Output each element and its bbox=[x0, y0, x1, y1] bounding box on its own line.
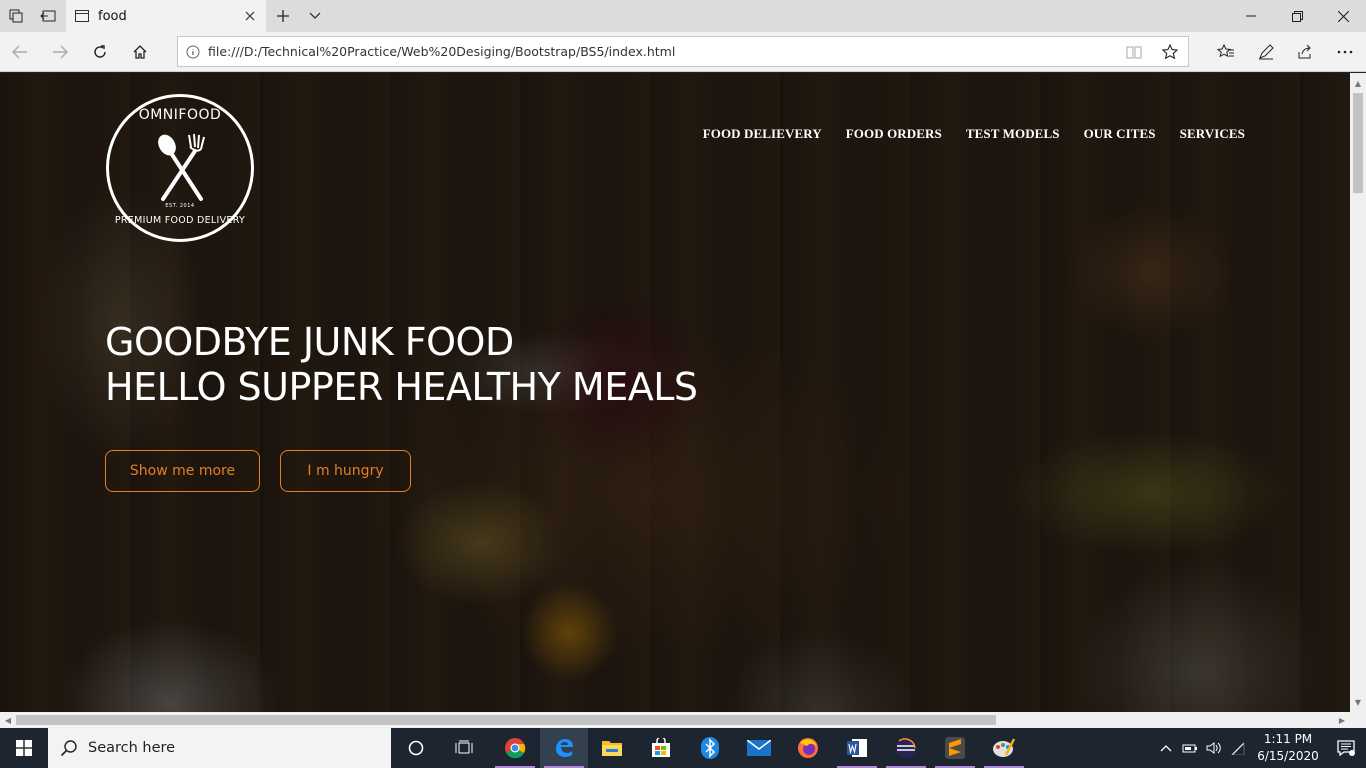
edge-icon[interactable] bbox=[540, 728, 588, 768]
firefox-icon[interactable] bbox=[784, 728, 832, 768]
scroll-right-icon[interactable]: ▶ bbox=[1334, 712, 1350, 728]
nav-food-delivery[interactable]: FOOD DELIEVERY bbox=[703, 126, 822, 142]
hero-section: GOODBYE JUNK FOOD HELLO SUPPER HEALTHY M… bbox=[105, 320, 698, 492]
refresh-icon[interactable] bbox=[85, 38, 115, 66]
file-explorer-icon[interactable] bbox=[588, 728, 636, 768]
tab-title: food bbox=[98, 8, 127, 24]
nav-food-orders[interactable]: FOOD ORDERS bbox=[846, 126, 942, 142]
nav-services[interactable]: SERVICES bbox=[1180, 126, 1245, 142]
page-viewport: OMNIFOOD EST. 2014 PREMIUM FOOD DELIVERY… bbox=[0, 73, 1350, 712]
favorites-hub-icon[interactable] bbox=[1211, 38, 1241, 66]
chrome-icon[interactable] bbox=[491, 728, 539, 768]
vertical-scroll-thumb[interactable] bbox=[1353, 93, 1363, 193]
mail-icon[interactable] bbox=[735, 728, 783, 768]
url-text[interactable]: file:///D:/Technical%20Practice/Web%20De… bbox=[208, 44, 1116, 59]
page-icon bbox=[75, 10, 89, 22]
hero-buttons: Show me more I m hungry bbox=[105, 450, 698, 492]
eclipse-icon[interactable] bbox=[882, 728, 930, 768]
close-tab-icon[interactable] bbox=[240, 6, 260, 26]
site-info-icon[interactable] bbox=[178, 45, 208, 59]
main-nav: FOOD DELIEVERY FOOD ORDERS TEST MODELS O… bbox=[679, 126, 1245, 142]
reading-view-icon[interactable] bbox=[1116, 38, 1152, 66]
logo-tagline: PREMIUM FOOD DELIVERY bbox=[114, 215, 246, 226]
search-placeholder: Search here bbox=[88, 740, 176, 756]
volume-icon[interactable] bbox=[1202, 728, 1226, 768]
set-tabs-aside-icon[interactable] bbox=[35, 4, 61, 28]
horizontal-scroll-thumb[interactable] bbox=[16, 715, 996, 725]
sublime-text-icon[interactable] bbox=[931, 728, 979, 768]
clock-date: 6/15/2020 bbox=[1257, 749, 1319, 763]
browser-tab-bar: food bbox=[0, 0, 1366, 32]
system-tray: 1:11 PM 6/15/2020 bbox=[1154, 728, 1366, 768]
clock-time: 1:11 PM bbox=[1263, 732, 1313, 746]
browser-toolbar: file:///D:/Technical%20Practice/Web%20De… bbox=[0, 32, 1366, 72]
word-icon[interactable] bbox=[833, 728, 881, 768]
favorite-star-icon[interactable] bbox=[1152, 38, 1188, 66]
web-note-icon[interactable] bbox=[1251, 38, 1281, 66]
horizontal-scrollbar[interactable]: ◀ ▶ bbox=[0, 712, 1366, 728]
more-menu-icon[interactable] bbox=[1330, 38, 1360, 66]
scroll-up-icon[interactable]: ▲ bbox=[1350, 75, 1366, 91]
logo-est: EST. 2014 bbox=[165, 203, 195, 209]
nav-test-models[interactable]: TEST MODELS bbox=[966, 126, 1060, 142]
hero-heading: GOODBYE JUNK FOOD HELLO SUPPER HEALTHY M… bbox=[105, 320, 698, 410]
taskbar-search[interactable]: Search here bbox=[48, 728, 391, 768]
home-icon[interactable] bbox=[125, 38, 155, 66]
omnifood-logo[interactable]: OMNIFOOD EST. 2014 PREMIUM FOOD DELIVERY bbox=[106, 94, 254, 242]
search-icon bbox=[60, 740, 77, 757]
chevron-up-icon[interactable] bbox=[1154, 728, 1178, 768]
tab-preview-chevron-icon[interactable] bbox=[302, 4, 328, 28]
tab-actions-icon[interactable] bbox=[3, 4, 29, 28]
paint-icon[interactable] bbox=[980, 728, 1028, 768]
taskbar-clock[interactable]: 1:11 PM 6/15/2020 bbox=[1250, 731, 1326, 765]
share-icon[interactable] bbox=[1290, 38, 1320, 66]
windows-taskbar: Search here 1:11 PM 6/15/2020 bbox=[0, 728, 1366, 768]
restore-icon[interactable] bbox=[1274, 0, 1320, 32]
hero-line-2: HELLO SUPPER HEALTHY MEALS bbox=[105, 365, 698, 409]
i-m-hungry-button[interactable]: I m hungry bbox=[280, 450, 411, 492]
logo-brand: OMNIFOOD bbox=[138, 107, 222, 123]
address-bar[interactable]: file:///D:/Technical%20Practice/Web%20De… bbox=[177, 36, 1189, 67]
new-tab-icon[interactable] bbox=[270, 4, 296, 28]
tab-food[interactable]: food bbox=[66, 0, 266, 32]
minimize-icon[interactable] bbox=[1228, 0, 1274, 32]
spoon-fork-icon bbox=[158, 133, 205, 201]
hero-line-1: GOODBYE JUNK FOOD bbox=[105, 320, 514, 364]
scroll-down-icon[interactable]: ▼ bbox=[1350, 694, 1366, 710]
task-view-icon[interactable] bbox=[440, 728, 488, 768]
close-window-icon[interactable] bbox=[1320, 0, 1366, 32]
cortana-icon[interactable] bbox=[392, 728, 440, 768]
nav-our-cites[interactable]: OUR CITES bbox=[1084, 126, 1156, 142]
store-icon[interactable] bbox=[637, 728, 685, 768]
scroll-left-icon[interactable]: ◀ bbox=[0, 712, 16, 728]
show-me-more-button[interactable]: Show me more bbox=[105, 450, 260, 492]
windows-start-icon[interactable] bbox=[0, 728, 48, 768]
wifi-icon[interactable] bbox=[1226, 728, 1250, 768]
vertical-scrollbar[interactable]: ▲ ▼ bbox=[1350, 73, 1366, 712]
forward-icon[interactable] bbox=[45, 38, 75, 66]
notifications-icon[interactable] bbox=[1326, 728, 1366, 768]
battery-icon[interactable] bbox=[1178, 728, 1202, 768]
back-icon[interactable] bbox=[5, 38, 35, 66]
bluetooth-icon[interactable] bbox=[686, 728, 734, 768]
